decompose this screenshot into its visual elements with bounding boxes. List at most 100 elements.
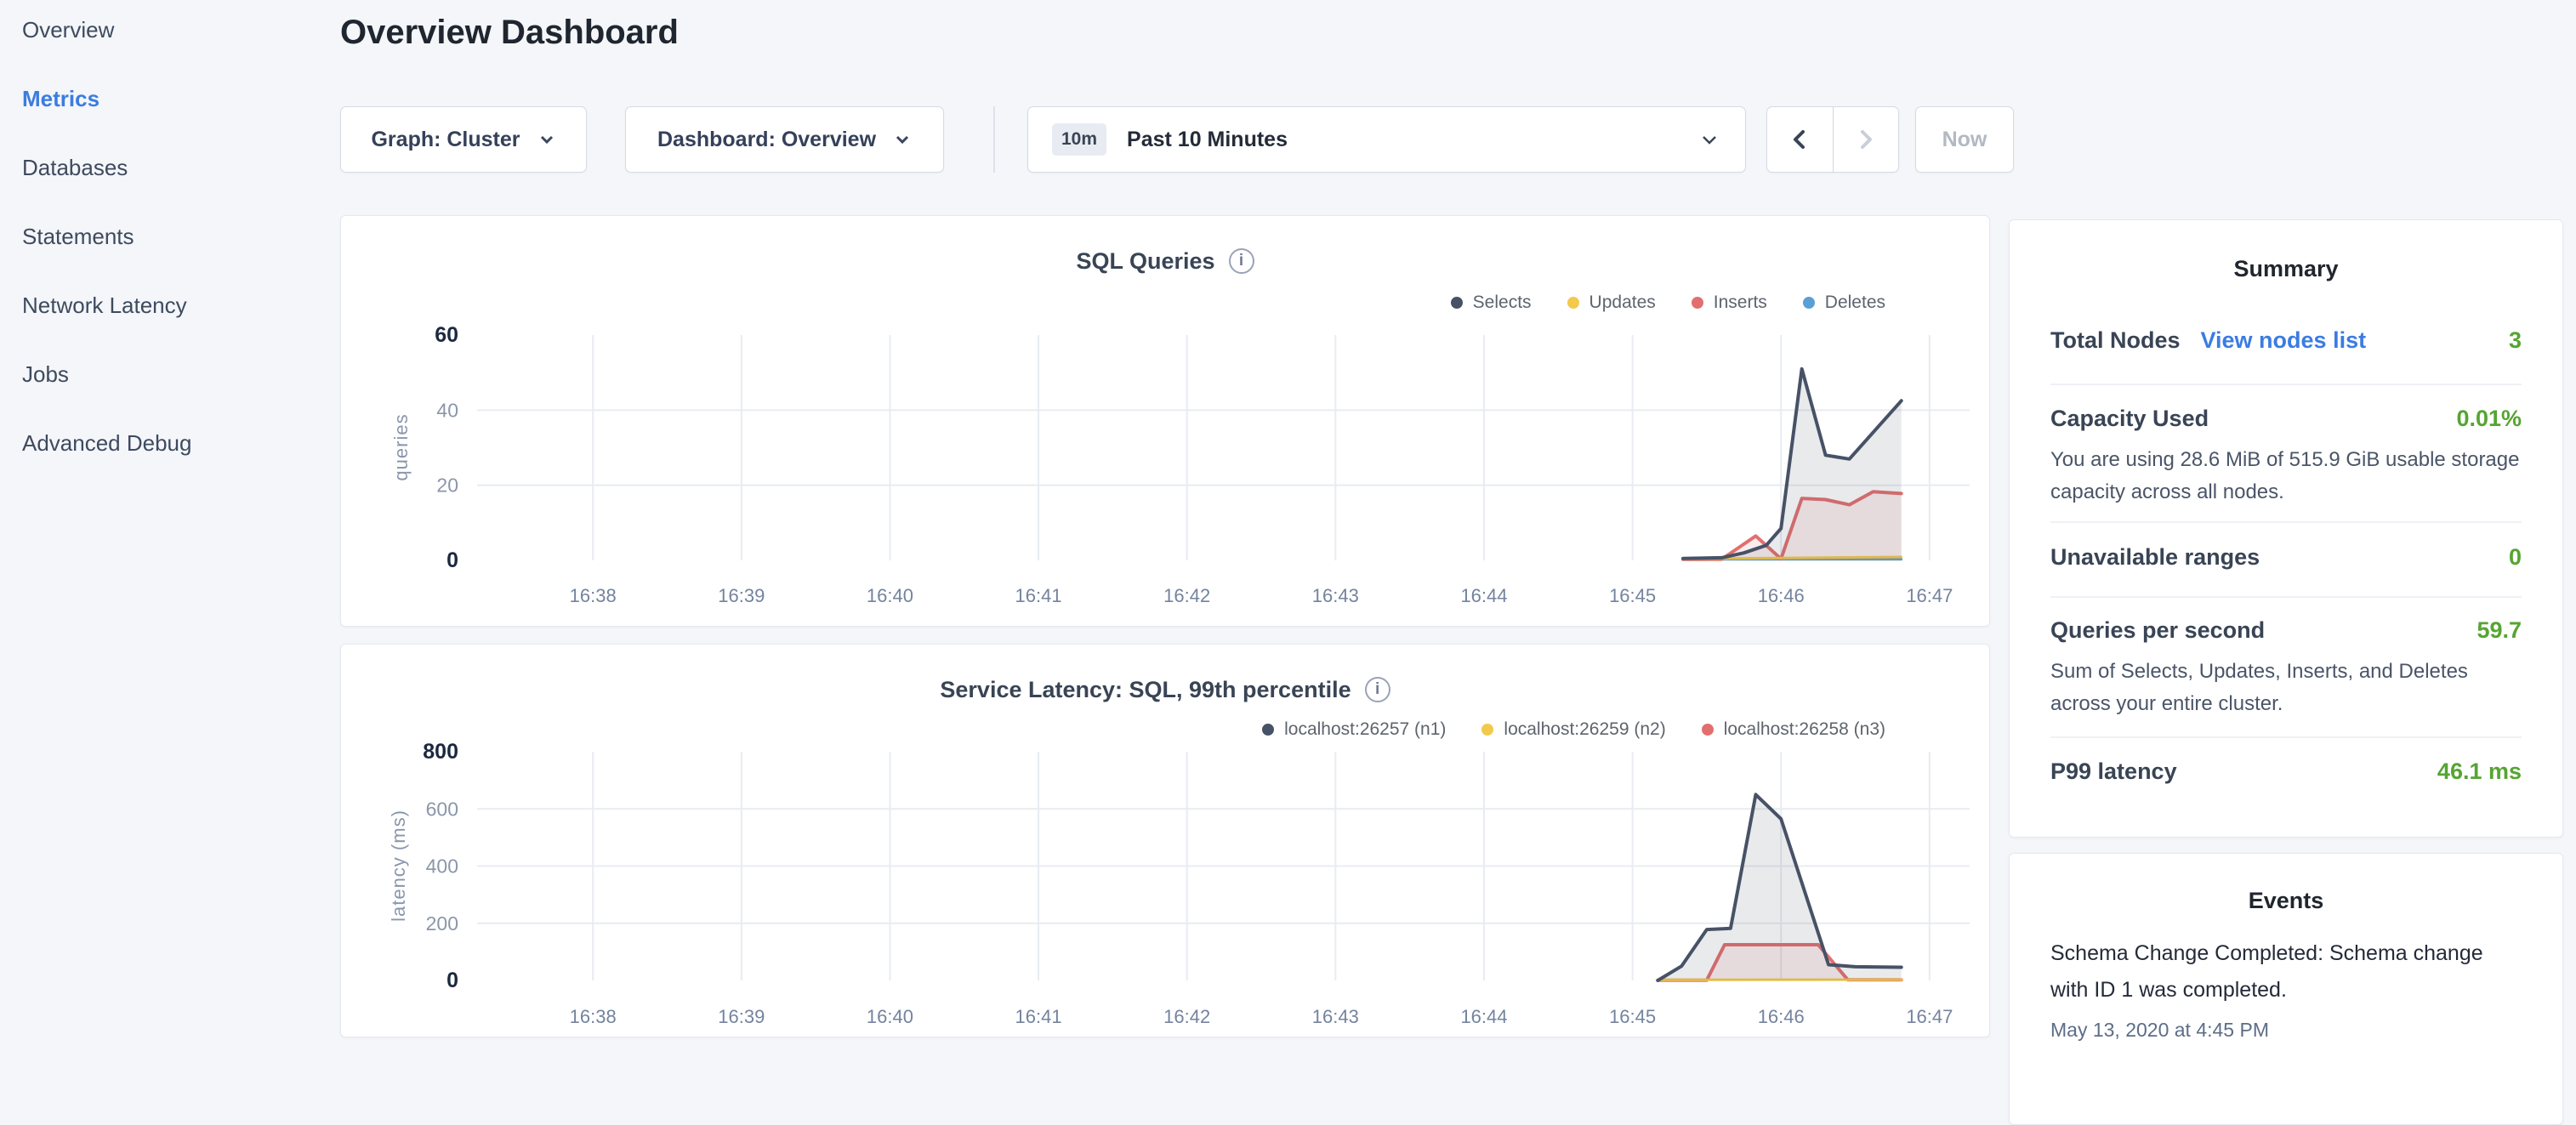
- x-tick-label: 16:44: [1460, 585, 1507, 606]
- view-nodes-list-link[interactable]: View nodes list: [2201, 327, 2367, 354]
- summary-label: Total Nodes: [2050, 327, 2181, 354]
- legend-dot: [1803, 297, 1815, 309]
- x-tick-label: 16:40: [867, 585, 913, 606]
- sidebar-item-databases[interactable]: Databases: [22, 155, 328, 184]
- summary-row-p99-latency: P99 latency 46.1 ms: [2050, 759, 2522, 785]
- legend-dot: [1451, 297, 1463, 309]
- summary-row-capacity-used: Capacity Used 0.01% You are using 28.6 M…: [2050, 406, 2522, 509]
- chevron-right-icon: [1853, 127, 1879, 152]
- legend-label: Selects: [1473, 293, 1532, 313]
- y-axis-title: queries: [390, 413, 412, 480]
- events-title: Events: [2010, 888, 2562, 914]
- legend-item-updates[interactable]: Updates: [1567, 293, 1656, 313]
- graph-scope-dropdown-label: Graph: Cluster: [371, 128, 520, 152]
- y-tick-label: 0: [446, 969, 458, 992]
- legend-label: localhost:26259 (n2): [1504, 719, 1665, 740]
- y-tick-label: 200: [426, 912, 458, 935]
- divider: [2050, 384, 2522, 385]
- sidebar: Overview Metrics Databases Statements Ne…: [22, 17, 328, 499]
- legend-dot: [1692, 297, 1703, 309]
- chart-legend: Selects Updates Inserts Deletes: [1451, 293, 1885, 313]
- dashboard-select-dropdown[interactable]: Dashboard: Overview: [625, 106, 944, 173]
- legend-dot: [1702, 724, 1714, 736]
- sidebar-item-metrics[interactable]: Metrics: [22, 86, 328, 115]
- y-tick-label: 40: [436, 399, 458, 421]
- sql-queries-chart[interactable]: 16:3816:3916:4016:4116:4216:4316:4416:45…: [341, 216, 1991, 628]
- chart-title-row: SQL Queries: [341, 247, 1989, 276]
- x-tick-label: 16:39: [718, 585, 765, 606]
- events-panel: Events Schema Change Completed: Schema c…: [2009, 853, 2563, 1125]
- dashboard-controls: Graph: Cluster Dashboard: Overview 10m P…: [340, 106, 2041, 173]
- event-message: Schema Change Completed: Schema change w…: [2050, 935, 2522, 1009]
- time-range-selector[interactable]: 10m Past 10 Minutes: [1027, 106, 1746, 173]
- x-tick-label: 16:43: [1312, 585, 1359, 606]
- legend-item-node2[interactable]: localhost:26259 (n2): [1481, 719, 1665, 740]
- legend-item-selects[interactable]: Selects: [1451, 293, 1532, 313]
- service-latency-chart-card: 16:3816:3916:4016:4116:4216:4316:4416:45…: [340, 644, 1990, 1037]
- next-time-window-button[interactable]: [1834, 106, 1900, 173]
- dashboard-select-dropdown-label: Dashboard: Overview: [657, 128, 876, 152]
- time-window-label: Past 10 Minutes: [1127, 128, 1677, 152]
- series-area: [1658, 794, 1901, 980]
- controls-divider: [993, 106, 995, 173]
- summary-panel: Summary Total Nodes View nodes list 3 Ca…: [2009, 219, 2563, 838]
- event-list-item[interactable]: Schema Change Completed: Schema change w…: [2050, 935, 2522, 1042]
- legend-item-node1[interactable]: localhost:26257 (n1): [1262, 719, 1446, 740]
- chevron-down-icon: [1697, 128, 1721, 151]
- x-tick-label: 16:44: [1460, 1006, 1507, 1027]
- summary-label: Queries per second: [2050, 617, 2265, 644]
- summary-value: 0: [2509, 544, 2522, 571]
- summary-title: Summary: [2010, 256, 2562, 282]
- chevron-down-icon: [893, 130, 912, 149]
- y-tick-label: 20: [436, 474, 458, 497]
- chevron-down-icon: [537, 130, 556, 149]
- divider: [2050, 736, 2522, 738]
- info-icon[interactable]: [1365, 677, 1390, 702]
- info-icon[interactable]: [1229, 248, 1254, 274]
- x-tick-label: 16:42: [1163, 585, 1210, 606]
- legend-label: Inserts: [1714, 293, 1767, 313]
- summary-row-unavailable-ranges: Unavailable ranges 0: [2050, 544, 2522, 571]
- legend-dot: [1481, 724, 1493, 736]
- x-tick-label: 16:41: [1015, 1006, 1062, 1027]
- x-tick-label: 16:45: [1609, 1006, 1656, 1027]
- legend-item-node3[interactable]: localhost:26258 (n3): [1702, 719, 1885, 740]
- sql-queries-chart-card: 16:3816:3916:4016:4116:4216:4316:4416:45…: [340, 215, 1990, 627]
- x-tick-label: 16:42: [1163, 1006, 1210, 1027]
- legend-label: Deletes: [1825, 293, 1885, 313]
- y-axis-title: latency (ms): [388, 810, 409, 922]
- y-tick-label: 800: [423, 740, 458, 764]
- time-window-badge: 10m: [1052, 123, 1106, 156]
- event-timestamp: May 13, 2020 at 4:45 PM: [2050, 1019, 2522, 1042]
- legend-label: localhost:26257 (n1): [1284, 719, 1446, 740]
- y-tick-label: 60: [435, 323, 458, 347]
- x-tick-label: 16:46: [1758, 1006, 1805, 1027]
- legend-item-inserts[interactable]: Inserts: [1692, 293, 1767, 313]
- x-tick-label: 16:41: [1015, 585, 1062, 606]
- x-tick-label: 16:46: [1758, 585, 1805, 606]
- sidebar-item-overview[interactable]: Overview: [22, 17, 328, 46]
- summary-label: Unavailable ranges: [2050, 544, 2260, 571]
- legend-item-deletes[interactable]: Deletes: [1803, 293, 1885, 313]
- chart-title: Service Latency: SQL, 99th percentile: [940, 677, 1351, 703]
- x-tick-label: 16:38: [570, 1006, 617, 1027]
- summary-row-total-nodes: Total Nodes View nodes list 3: [2050, 327, 2522, 354]
- legend-dot: [1567, 297, 1579, 309]
- summary-value: 59.7: [2476, 617, 2522, 644]
- y-tick-label: 400: [426, 855, 458, 878]
- summary-description: You are using 28.6 MiB of 515.9 GiB usab…: [2050, 444, 2522, 509]
- sidebar-item-network-latency[interactable]: Network Latency: [22, 293, 328, 321]
- sidebar-item-statements[interactable]: Statements: [22, 224, 328, 253]
- summary-label: P99 latency: [2050, 759, 2177, 785]
- previous-time-window-button[interactable]: [1766, 106, 1834, 173]
- now-button[interactable]: Now: [1915, 106, 2014, 173]
- divider: [2050, 596, 2522, 598]
- sidebar-item-jobs[interactable]: Jobs: [22, 361, 328, 390]
- divider: [2050, 521, 2522, 523]
- y-tick-label: 0: [446, 548, 458, 572]
- sidebar-item-advanced-debug[interactable]: Advanced Debug: [22, 430, 328, 459]
- x-tick-label: 16:45: [1609, 585, 1656, 606]
- x-tick-label: 16:47: [1906, 1006, 1953, 1027]
- summary-value: 3: [2509, 327, 2522, 354]
- graph-scope-dropdown[interactable]: Graph: Cluster: [340, 106, 587, 173]
